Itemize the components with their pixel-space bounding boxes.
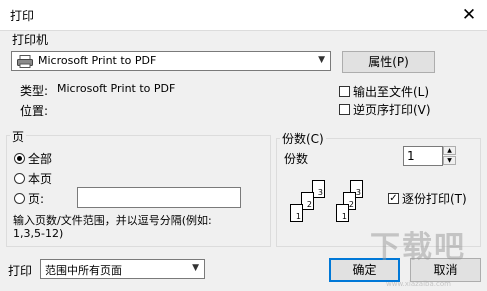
- radio-pages[interactable]: [14, 193, 25, 204]
- copies-group-label: 份数(C): [280, 130, 326, 147]
- watermark-text: 下载吧: [370, 230, 466, 265]
- properties-button[interactable]: 属性(P): [342, 51, 435, 73]
- collate-illustration-2: 3 2 1: [330, 176, 370, 230]
- page-group-label: 页: [10, 128, 27, 145]
- chevron-down-icon: ▼: [192, 263, 199, 273]
- type-label: 类型:: [20, 84, 49, 98]
- radio-current-page[interactable]: [14, 173, 25, 184]
- pages-input[interactable]: [77, 187, 241, 208]
- printer-icon: [17, 55, 33, 68]
- reverse-order-checkbox[interactable]: [339, 104, 350, 115]
- collate-label: 逐份打印(T): [402, 192, 467, 206]
- radio-all-label: 全部: [28, 152, 53, 166]
- location-label: 位置:: [20, 104, 49, 118]
- print-to-file-checkbox[interactable]: [339, 86, 350, 97]
- radio-current-page-label: 本页: [28, 172, 53, 186]
- printer-select-value: Microsoft Print to PDF: [38, 54, 157, 67]
- chevron-down-icon: ▼: [318, 55, 325, 65]
- print-to-file-label: 输出至文件(L): [353, 85, 430, 99]
- radio-pages-label: 页:: [28, 192, 45, 206]
- printer-group-label: 打印机: [10, 31, 51, 48]
- close-icon[interactable]: ✕: [458, 4, 480, 26]
- watermark-url: www.xiazaiba.com: [386, 280, 451, 288]
- print-range-select[interactable]: 范围中所有页面 ▼: [40, 259, 205, 279]
- spin-up-icon[interactable]: ▲: [443, 146, 456, 155]
- reverse-order-label: 逆页序打印(V): [353, 103, 431, 117]
- radio-all[interactable]: [14, 153, 25, 164]
- title-bar: 打印 ✕: [0, 0, 487, 30]
- collate-checkbox[interactable]: ✓: [388, 193, 399, 204]
- checkmark-icon: ✓: [389, 193, 398, 204]
- spin-down-icon[interactable]: ▼: [443, 156, 456, 165]
- printer-select[interactable]: Microsoft Print to PDF ▼: [11, 51, 331, 71]
- copies-value: 1: [407, 149, 415, 163]
- collate-page-icon: 1: [336, 204, 349, 222]
- collate-page-icon: 1: [290, 204, 303, 222]
- print-range-label: 打印: [8, 264, 33, 278]
- copies-input[interactable]: 1: [403, 146, 443, 166]
- copies-label: 份数: [284, 152, 309, 166]
- type-value: Microsoft Print to PDF: [57, 82, 176, 95]
- pages-hint-example: 1,3,5-12): [13, 227, 64, 240]
- pages-hint: 输入页数/文件范围，并以逗号分隔(例如:: [13, 214, 212, 227]
- window-title: 打印: [10, 9, 35, 23]
- print-range-value: 范围中所有页面: [45, 264, 122, 277]
